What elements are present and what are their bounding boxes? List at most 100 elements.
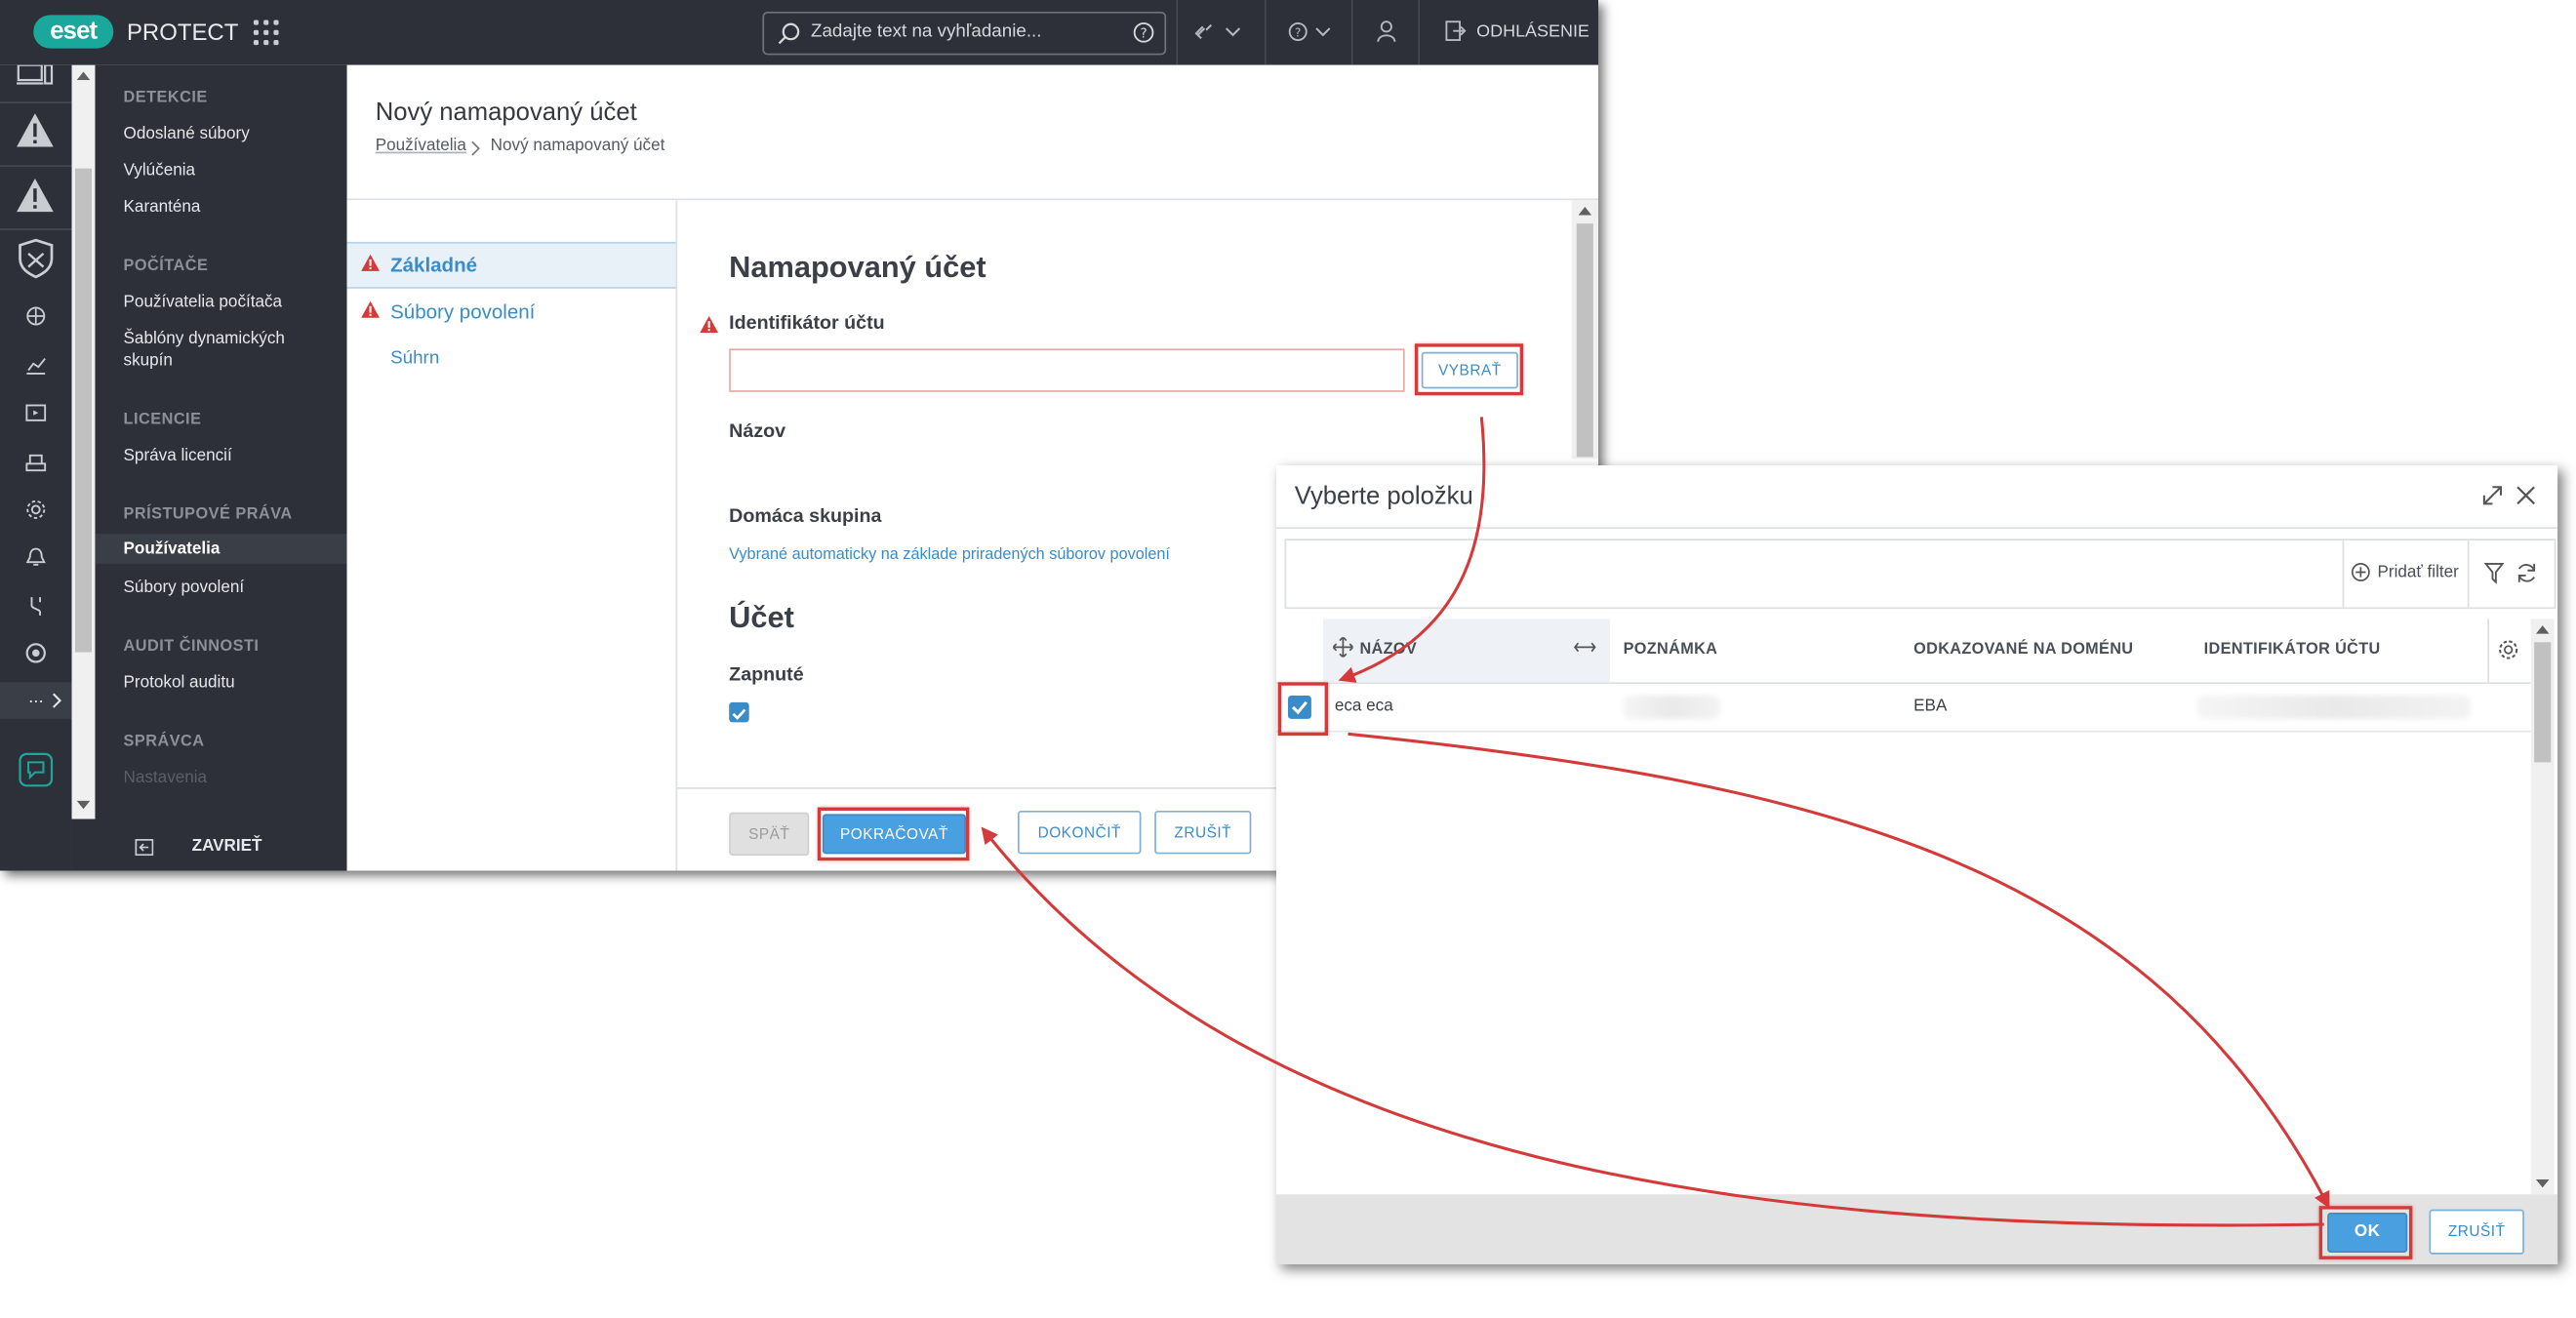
help-icon: ? [1288,21,1331,41]
dashboard-icon[interactable] [25,305,47,327]
wizard-step-summary[interactable]: Súhrn [390,348,439,369]
row-identifier-redacted [2196,695,2472,719]
home-group-hint: Vybrané automaticky na základe priradený… [729,545,1170,564]
help-circle-icon[interactable]: ? [1133,21,1154,43]
sidebar-item-settings[interactable]: Nastavenia [124,768,208,789]
svg-text:?: ? [1295,26,1301,40]
column-header-identifier[interactable]: IDENTIFIKÁTOR ÚČTU [2204,641,2381,659]
wizard-step-permission-sets[interactable]: Súbory povolení [390,300,535,324]
filter-bar[interactable]: Pridať filter [1284,539,2556,610]
computers-icon[interactable] [15,64,55,89]
gear-icon[interactable] [2498,639,2519,660]
identifier-label: Identifikátor účtu [729,313,885,334]
rail-divider [0,228,72,230]
user-button[interactable] [1377,20,1397,52]
search-input[interactable]: Zadajte text na vyhľadanie... ? [762,11,1167,56]
alert-triangle-icon[interactable] [15,112,55,149]
sidebar-item-permission-sets[interactable]: Súbory povolení [124,578,245,599]
add-filter-button[interactable]: Pridať filter [2351,562,2459,582]
sidebar-scroll-thumb[interactable] [74,168,93,653]
checkmark-icon [732,708,746,721]
status-icon[interactable] [25,595,47,617]
column-header-note[interactable]: POZNÁMKA [1624,641,1718,659]
scroll-up-icon[interactable] [76,70,91,81]
rail-divider [0,165,72,167]
table-row[interactable]: eca eca EBA [1275,684,2531,733]
breadcrumb-users[interactable]: Používatelia [376,137,466,155]
svg-text:?: ? [1140,25,1147,41]
scroll-up-icon[interactable] [1578,205,1592,216]
product-name: PROTECT [126,18,239,46]
sidebar-item-submitted-files[interactable]: Odoslané súbory [124,124,250,145]
finish-button[interactable]: DOKONČIŤ [1017,810,1142,855]
top-bar: eset PROTECT Zadajte text na vyhľadanie.… [0,0,1598,65]
wizard-steps: Základné Súbory povolení Súhrn [346,200,678,871]
scroll-down-icon[interactable] [76,800,91,811]
highlight-ok-button [2318,1206,2413,1259]
collapse-icon [135,839,154,857]
sidebar-item-license-management[interactable]: Správa licencií [124,446,232,467]
sidebar-item-computer-users[interactable]: Používatelia počítača [124,292,283,313]
sidebar-item-users[interactable]: Používatelia [124,539,221,560]
more-menu-button[interactable]: ... [0,682,72,719]
refresh-icon[interactable] [2516,562,2537,583]
dialog-scroll-thumb[interactable] [2534,642,2552,763]
column-header-domain[interactable]: ODKAZOVANÉ NA DOMÉNU [1913,641,2133,659]
help-menu-button[interactable]: ? [1288,20,1335,52]
filter-divider [2467,539,2470,608]
page-title: Nový namapovaný účet [375,98,637,127]
detection-triangle-icon[interactable] [15,177,55,214]
breadcrumb-chevron-icon [471,140,480,156]
breadcrumb-current: Nový namapovaný účet [490,137,665,156]
highlight-row-checkbox [1277,682,1329,737]
toolbar-divider [1350,0,1353,65]
sidebar-close-label: ZAVRIEŤ [191,837,262,857]
sidebar-section-admin: SPRÁVCA [123,732,205,751]
resize-icon[interactable] [1573,641,1596,655]
expand-icon[interactable] [2480,484,2504,507]
sidebar-item-exclusions[interactable]: Vylúčenia [124,160,196,181]
installers-icon[interactable] [25,451,47,472]
column-header-name[interactable]: NÁZOV [1359,641,1417,659]
scroll-down-icon[interactable] [2535,1178,2550,1189]
content-scroll-thumb[interactable] [1576,223,1593,458]
policies-icon[interactable] [25,499,47,520]
notifications-icon[interactable] [25,547,47,569]
user-icon [1377,20,1396,42]
tasks-icon[interactable] [25,402,47,423]
enabled-checkbox[interactable] [729,701,749,723]
sidebar-item-quarantine[interactable]: Karanténa [124,197,201,219]
warning-icon [361,300,380,318]
chat-icon[interactable] [19,752,54,787]
toolbar-divider [1418,0,1421,65]
sidebar: DETEKCIE Odoslané súbory Vylúčenia Karan… [71,64,347,871]
wizard-step-basic[interactable]: Základné [390,254,477,277]
highlight-select-button [1414,343,1524,396]
section-account-title: Účet [729,600,794,634]
reports-icon[interactable] [25,353,47,375]
sidebar-item-audit-log[interactable]: Protokol auditu [124,672,235,694]
dialog-cancel-button[interactable]: ZRUŠIŤ [2429,1209,2524,1255]
shield-icon[interactable] [17,238,55,279]
app-grid-icon[interactable] [253,20,279,46]
sidebar-section-audit: AUDIT ČINNOSTI [123,637,260,656]
cancel-button[interactable]: ZRUŠIŤ [1154,810,1252,855]
sidebar-close-button[interactable]: ZAVRIEŤ [95,823,347,871]
filter-icon[interactable] [2483,562,2505,584]
logout-button[interactable]: ODHLÁSENIE [1445,20,1590,42]
name-label: Názov [729,421,786,443]
scroll-up-icon[interactable] [2535,623,2550,634]
sidebar-item-dynamic-group-templates[interactable]: Šablóny dynamických skupín [124,329,291,372]
move-icon[interactable] [1333,637,1353,658]
section-mapped-account-title: Namapovaný účet [729,250,986,284]
back-button[interactable]: SPÄŤ [729,812,810,857]
sidebar-section-licenses: LICENCIE [123,410,202,429]
close-icon[interactable] [2516,486,2536,506]
eset-connect-icon[interactable] [25,642,47,663]
identifier-input[interactable] [729,348,1405,392]
row-note-redacted [1623,695,1720,719]
more-label: ... [28,687,44,707]
link-menu-button[interactable] [1194,20,1241,52]
sidebar-section-computers: POČÍTAČE [123,257,209,276]
logout-icon [1445,20,1467,41]
